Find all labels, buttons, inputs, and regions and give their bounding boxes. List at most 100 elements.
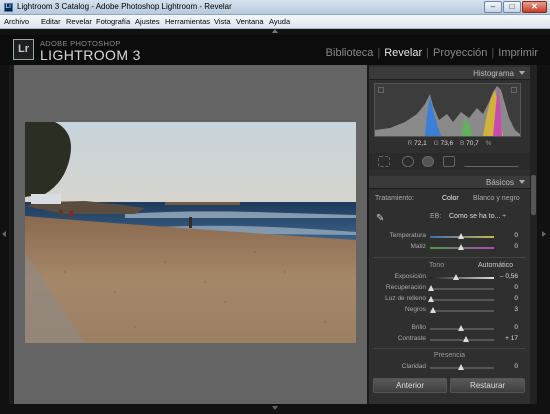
contrast-value[interactable]: + 17 [505, 335, 518, 342]
brightness-value[interactable]: 0 [514, 324, 518, 331]
histogram-graph [375, 86, 520, 136]
recovery-track[interactable] [430, 288, 494, 290]
collapse-up-icon [272, 29, 278, 33]
menu-ventana[interactable]: Ventana [236, 17, 264, 26]
exposure-value[interactable]: – 0,56 [500, 273, 518, 280]
previous-button[interactable]: Anterior [373, 378, 447, 393]
g-value: 73,6 [440, 140, 454, 147]
contrast-label: Contraste [397, 335, 426, 342]
left-panel-toggle[interactable] [0, 65, 9, 404]
recovery-row: Recuperación 0 [369, 283, 530, 293]
tone-title: Tono [429, 262, 445, 269]
menu-ajustes[interactable]: Ajustes [135, 17, 160, 26]
menu-editar[interactable]: Editar [41, 17, 61, 26]
close-button[interactable]: ✕ [522, 1, 547, 13]
percent-unit: % [485, 140, 492, 147]
module-picker: Biblioteca | Revelar | Proyección | Imprimir [325, 47, 538, 59]
tint-row: Matiz 0 [369, 242, 530, 252]
image-view[interactable] [14, 65, 367, 404]
g-label: G [433, 140, 439, 147]
treatment-label: Tratamiento: [375, 195, 415, 202]
blacks-track[interactable] [430, 310, 494, 312]
contrast-slider-knob[interactable] [463, 336, 469, 342]
histogram [374, 83, 521, 137]
exposure-slider-knob[interactable] [453, 274, 459, 280]
eyedropper-icon[interactable]: ✎ [376, 213, 384, 224]
fill-light-slider-knob[interactable] [428, 296, 434, 302]
blacks-slider-knob[interactable] [430, 307, 436, 313]
collapse-arrow-icon [519, 180, 525, 184]
collapse-arrow-icon [519, 71, 525, 75]
expand-down-icon [272, 406, 278, 410]
module-revelar[interactable]: Revelar [384, 47, 422, 59]
exposure-track[interactable] [430, 277, 494, 279]
spot-removal-icon[interactable] [402, 156, 414, 167]
menu-archivo[interactable]: Archivo [4, 17, 29, 26]
temperature-value[interactable]: 0 [514, 232, 518, 239]
contrast-row: Contraste + 17 [369, 334, 530, 344]
expand-left-icon [2, 231, 6, 237]
graduated-filter-icon[interactable] [443, 156, 455, 167]
contrast-track[interactable] [430, 339, 494, 341]
tint-value[interactable]: 0 [514, 243, 518, 250]
module-imprimir[interactable]: Imprimir [498, 47, 538, 59]
b-value: 70,7 [466, 140, 479, 147]
recovery-label: Recuperación [385, 284, 426, 291]
red-eye-icon[interactable] [422, 156, 434, 167]
treatment-row: Tratamiento: Color Blanco y negro [369, 194, 530, 204]
blacks-row: Negros 3 [369, 305, 530, 315]
clarity-slider-knob[interactable] [458, 364, 464, 370]
scrollbar-thumb[interactable] [531, 175, 536, 215]
brightness-row: Brillo 0 [369, 323, 530, 333]
menu-ayuda[interactable]: Ayuda [269, 17, 290, 26]
histogram-title: Histograma [473, 69, 514, 78]
divider [374, 348, 525, 349]
panel-scrollbar[interactable] [530, 65, 537, 404]
brand-title: LIGHTROOM 3 [40, 47, 141, 63]
blacks-label: Negros [405, 306, 426, 313]
recovery-slider-knob[interactable] [428, 285, 434, 291]
menu-fotografia[interactable]: Fotografía [96, 17, 130, 26]
wb-select[interactable]: Como se ha to... ÷ [449, 213, 506, 220]
recovery-value[interactable]: 0 [514, 284, 518, 291]
histogram-header[interactable]: Histograma [369, 67, 530, 80]
crop-tool-icon[interactable] [378, 156, 390, 167]
brightness-slider-knob[interactable] [458, 325, 464, 331]
clarity-label: Claridad [401, 363, 426, 370]
fill-light-value[interactable]: 0 [514, 295, 518, 302]
right-panel-toggle[interactable] [537, 65, 550, 404]
clarity-value[interactable]: 0 [514, 363, 518, 370]
menu-vista[interactable]: Vista [214, 17, 231, 26]
temperature-row: Temperatura 0 [369, 231, 530, 241]
module-proyeccion[interactable]: Proyección [433, 47, 487, 59]
fill-light-track[interactable] [430, 299, 494, 301]
clarity-row: Claridad 0 [369, 362, 530, 372]
lightroom-logo: Lr [13, 39, 34, 60]
fill-light-row: Luz de relleno 0 [369, 294, 530, 304]
temperature-label: Temperatura [389, 232, 427, 239]
presence-title: Presencia [433, 352, 466, 359]
treatment-bw-option[interactable]: Blanco y negro [473, 195, 520, 202]
treatment-color-option[interactable]: Color [442, 195, 459, 202]
identity-plate: Lr ADOBE PHOTOSHOP LIGHTROOM 3 Bibliotec… [0, 35, 550, 65]
auto-tone-button[interactable]: Automático [478, 262, 513, 269]
menu-revelar[interactable]: Revelar [66, 17, 92, 26]
minimize-button[interactable]: – [484, 1, 502, 13]
bottom-panel-toggle[interactable] [0, 404, 550, 414]
fill-light-label: Luz de relleno [385, 295, 426, 302]
blacks-value[interactable]: 3 [514, 306, 518, 313]
tint-label: Matiz [410, 243, 426, 250]
temperature-slider-knob[interactable] [458, 233, 464, 239]
basic-header[interactable]: Básicos [369, 176, 530, 189]
adjustment-brush-icon[interactable] [464, 156, 519, 167]
wb-label: EB: [430, 213, 442, 220]
window-titlebar: Lr Lightroom 3 Catalog - Adobe Photoshop… [0, 0, 550, 15]
brightness-label: Brillo [411, 324, 426, 331]
tool-strip [369, 153, 530, 170]
maximize-button[interactable]: □ [503, 1, 521, 13]
tint-slider-knob[interactable] [458, 244, 464, 250]
r-label: R [407, 140, 413, 147]
menu-herramientas[interactable]: Herramientas [165, 17, 210, 26]
reset-button[interactable]: Restaurar [450, 378, 525, 393]
module-biblioteca[interactable]: Biblioteca [326, 47, 374, 59]
